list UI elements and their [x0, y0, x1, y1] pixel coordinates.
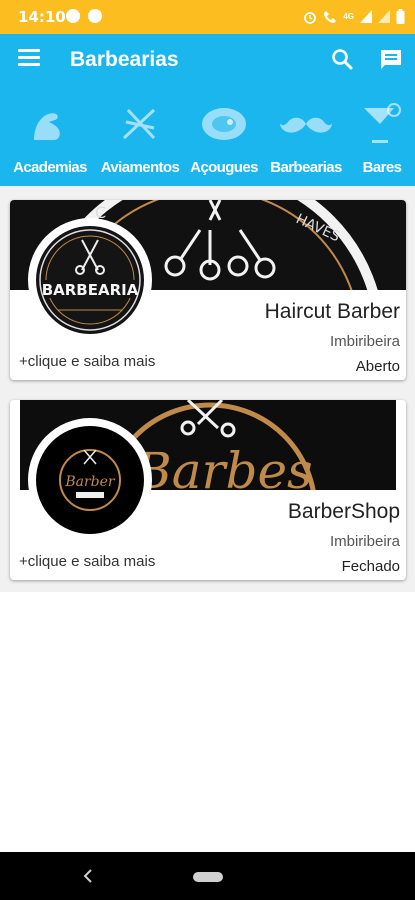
category-label: Açougues [190, 159, 258, 176]
category-academias[interactable]: Academias [10, 86, 90, 186]
listing-status: Fechado [341, 558, 400, 575]
alarm-icon [304, 11, 317, 24]
system-nav-bar [0, 852, 415, 900]
category-label: Barbearias [270, 159, 342, 176]
listing-card[interactable]: C HAVES BARBEARIA Haircut Barber Imbirib… [10, 200, 406, 380]
listing-status: Aberto [355, 358, 400, 375]
svg-text:Barbes: Barbes [134, 442, 313, 490]
menu-icon[interactable] [18, 49, 40, 67]
logo-text: Barber [64, 474, 116, 490]
listing-name: BarberShop [287, 500, 400, 523]
category-acougues[interactable]: Açougues [188, 86, 260, 186]
listing-area: C HAVES BARBEARIA Haircut Barber Imbirib… [0, 186, 415, 592]
category-aviamentos[interactable]: Aviamentos [98, 86, 182, 186]
signal-icon-2 [378, 10, 390, 23]
cocktail-icon [364, 103, 401, 143]
mustache-icon [280, 117, 332, 133]
call-icon [324, 10, 337, 23]
status-bar: 14:10 4G [0, 0, 415, 34]
listing-city: Imbiribeira [329, 333, 400, 350]
status-time: 14:10 [18, 8, 66, 26]
chat-icon[interactable] [378, 47, 404, 73]
listing-card[interactable]: Barbes Barber BarberShop Imbiribeira Fec… [10, 400, 406, 580]
listing-logo: BARBEARIA [28, 218, 152, 342]
notification-icon [66, 9, 80, 23]
more-info-link[interactable]: +clique e saiba mais [19, 353, 155, 370]
listing-logo: Barber [28, 418, 152, 542]
category-label: Academias [13, 159, 87, 176]
page-title: Barbearias [70, 48, 179, 71]
steak-icon [202, 108, 246, 140]
signal-icon [360, 10, 372, 23]
more-info-link[interactable]: +clique e saiba mais [19, 553, 155, 570]
sewing-icon [122, 108, 156, 140]
network-label: 4G [343, 12, 354, 21]
app-bar: Barbearias [0, 34, 415, 86]
category-label: Aviamentos [100, 159, 180, 176]
category-label: Bares [362, 159, 402, 176]
logo-text: BARBEARIA [42, 281, 139, 299]
back-icon[interactable] [78, 866, 98, 886]
notification-icon-2 [88, 9, 102, 23]
search-icon[interactable] [330, 47, 356, 73]
battery-icon [396, 9, 405, 24]
listing-name: Haircut Barber [264, 300, 400, 323]
listing-city: Imbiribeira [329, 533, 400, 550]
arm-icon [34, 113, 60, 140]
category-bares[interactable]: Bares [358, 86, 406, 186]
category-barbearias[interactable]: Barbearias [266, 86, 346, 186]
home-pill[interactable] [193, 872, 223, 882]
category-bar: Academias Aviamentos Açougues Barbearias… [0, 86, 415, 186]
